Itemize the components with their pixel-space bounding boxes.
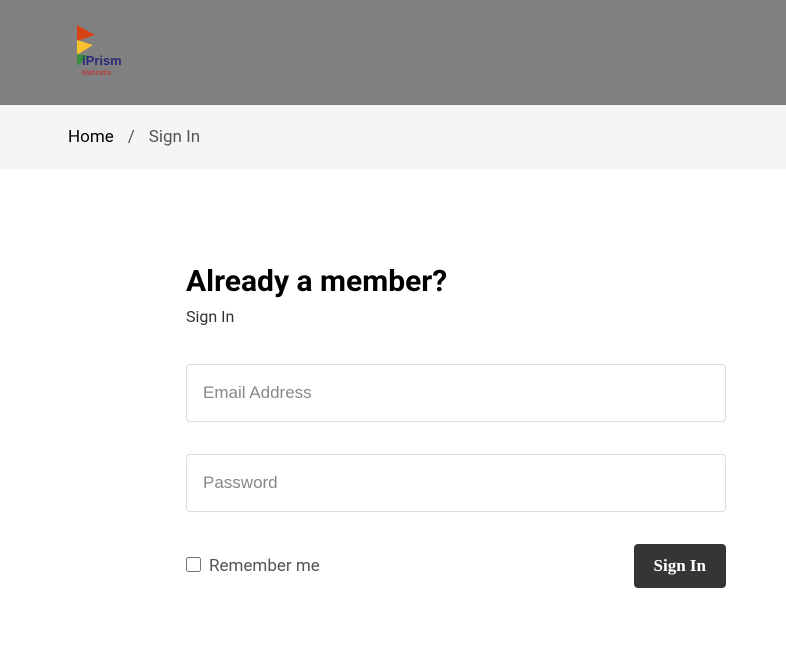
- form-subheading: Sign In: [186, 307, 666, 326]
- form-actions-row: Remember me Sign In: [186, 544, 726, 588]
- breadcrumb-bar: Home / Sign In: [0, 105, 786, 169]
- breadcrumb: Home / Sign In: [68, 127, 718, 147]
- remember-me-checkbox[interactable]: [186, 557, 201, 572]
- password-field[interactable]: [186, 454, 726, 512]
- breadcrumb-separator: /: [128, 127, 135, 147]
- remember-me-wrap: Remember me: [186, 556, 320, 576]
- logo-icon: iPrism Mahindra: [65, 23, 127, 83]
- svg-text:iPrism: iPrism: [82, 53, 122, 68]
- email-field[interactable]: [186, 364, 726, 422]
- breadcrumb-home-link[interactable]: Home: [68, 127, 114, 147]
- signin-button[interactable]: Sign In: [634, 544, 726, 588]
- svg-text:Mahindra: Mahindra: [82, 70, 111, 77]
- remember-me-label[interactable]: Remember me: [209, 556, 320, 576]
- signin-form-container: Already a member? Sign In Remember me Si…: [0, 169, 726, 648]
- form-heading: Already a member?: [186, 264, 666, 299]
- logo[interactable]: iPrism Mahindra: [65, 23, 127, 83]
- header: iPrism Mahindra: [0, 0, 786, 105]
- breadcrumb-current: Sign In: [149, 127, 200, 147]
